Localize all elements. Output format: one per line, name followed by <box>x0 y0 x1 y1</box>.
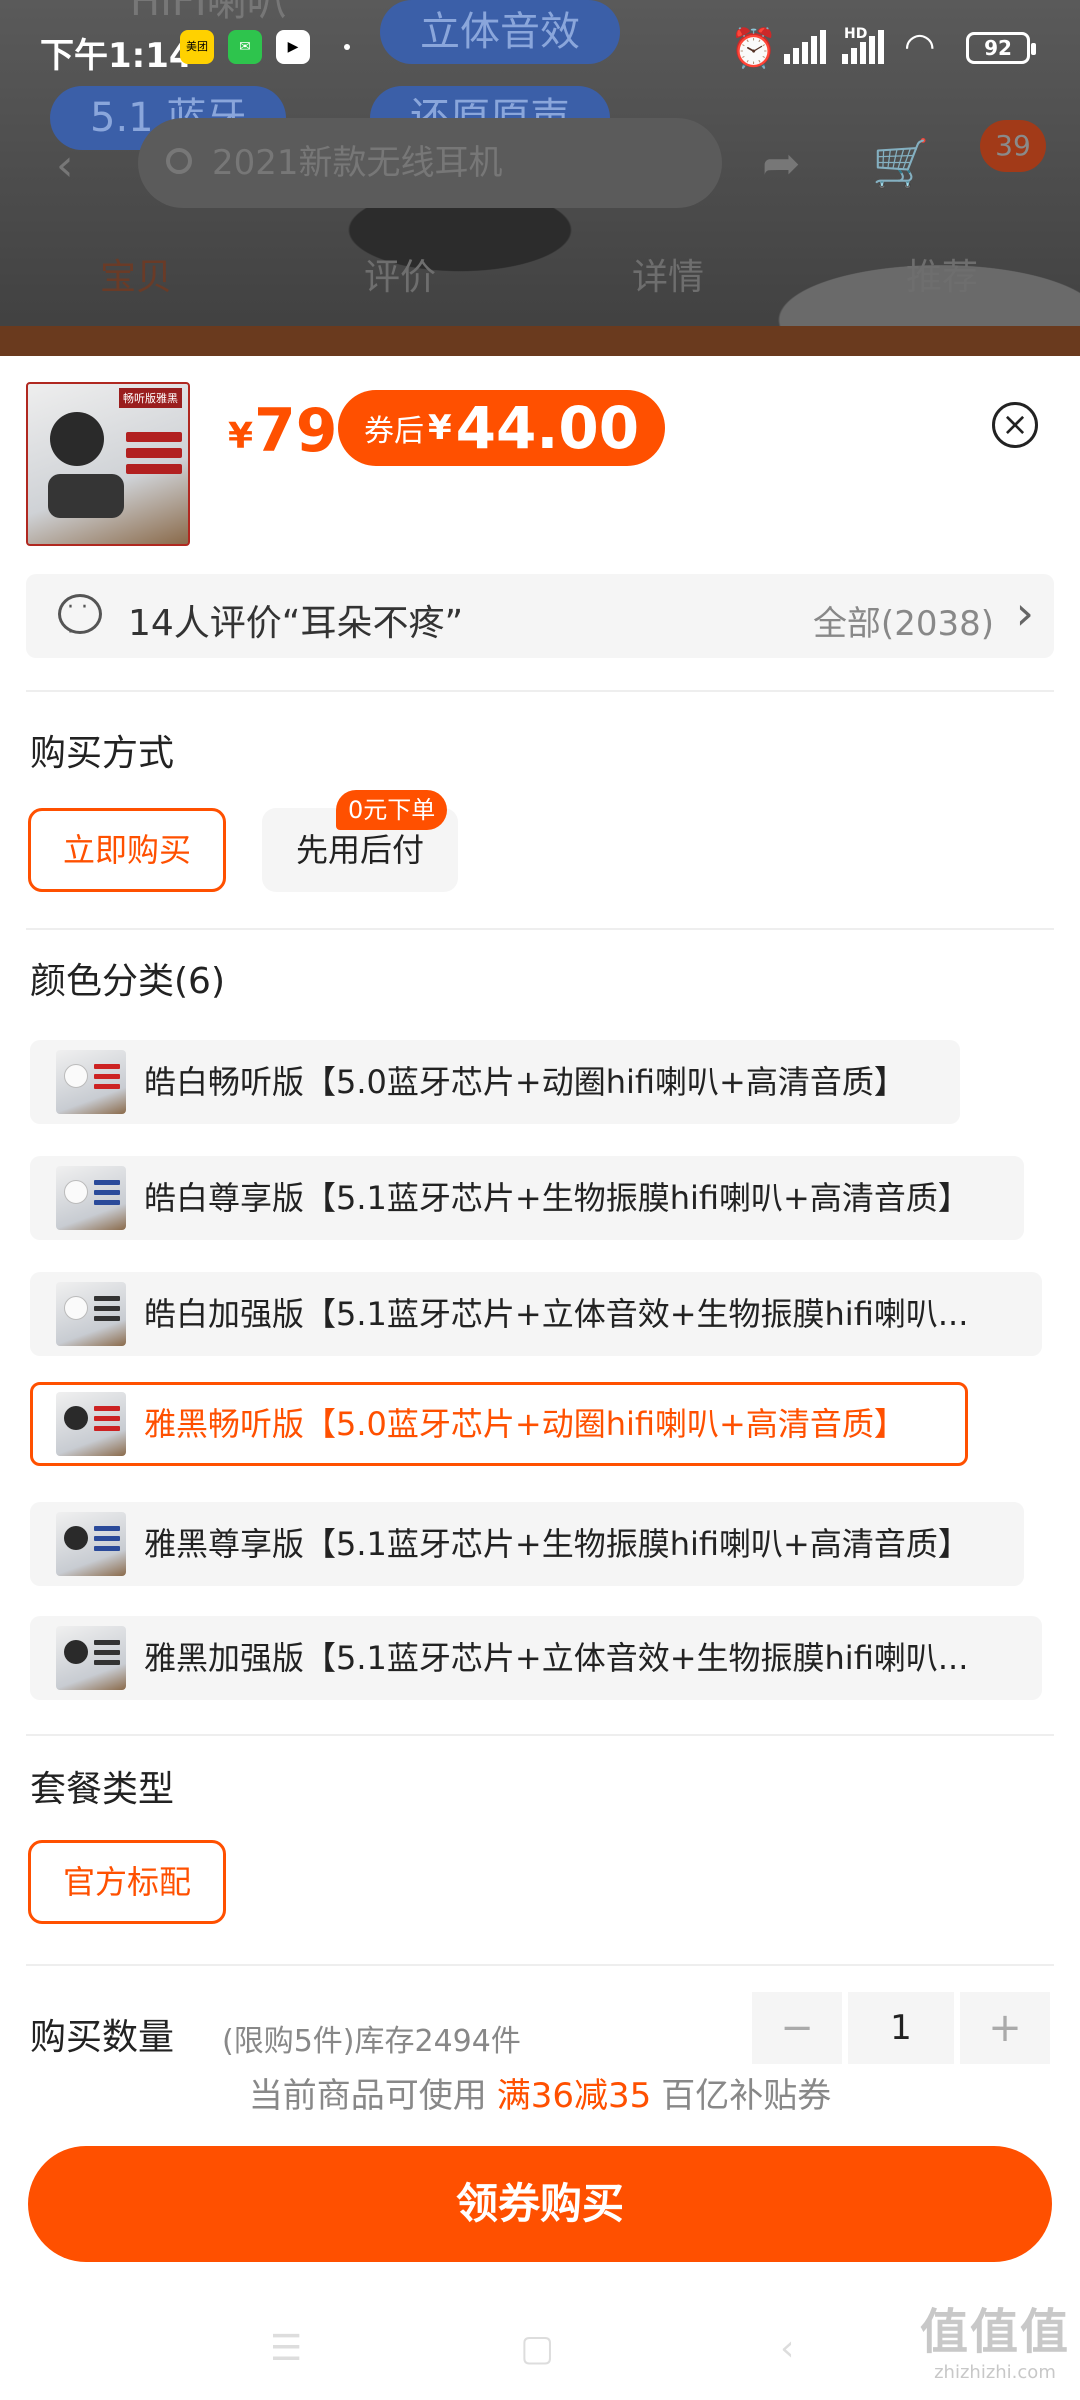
price: 79 <box>254 396 338 466</box>
comment-icon <box>58 594 102 645</box>
buy-now-option[interactable]: 立即购买 <box>28 808 226 892</box>
variant-thumbnail <box>56 1166 126 1230</box>
package-type-title: 套餐类型 <box>30 1769 175 1810</box>
variant-label: 皓白加强版【5.1蓝牙芯片+立体音效+生物振膜hifi喇叭... <box>144 1295 969 1333</box>
variant-thumbnail <box>56 1282 126 1346</box>
system-nav-bar: ☰ ▢ ‹ <box>0 2292 1080 2400</box>
quantity-minus-button[interactable]: − <box>752 1992 842 2064</box>
price-currency: ¥ <box>228 416 254 457</box>
variant-thumbnail <box>56 1626 126 1690</box>
battery-icon: 92 <box>966 32 1036 64</box>
search-icon <box>166 148 192 174</box>
watermark: 值值值 zhizhizhi.com <box>920 2292 1070 2383</box>
subsidy-suffix: 百亿补贴券 <box>661 2076 832 2116</box>
variant-option[interactable]: 雅黑尊享版【5.1蓝牙芯片+生物振膜hifi喇叭+高清音质】 <box>30 1502 1024 1586</box>
feature-line <box>126 448 182 458</box>
divider <box>26 1964 1054 1966</box>
coupon-label: 券后 <box>364 414 424 449</box>
earbud-graphic <box>64 1064 88 1088</box>
variant-label: 雅黑尊享版【5.1蓝牙芯片+生物振膜hifi喇叭+高清音质】 <box>144 1525 970 1563</box>
review-text: 14人评价“耳朵不疼” <box>128 603 464 644</box>
alarm-icon: ⏰ <box>730 26 778 70</box>
back-icon[interactable]: ‹ <box>780 2328 794 2369</box>
subsidy-prefix: 当前商品可使用 <box>248 2076 487 2116</box>
watermark-logo: 值值值 <box>919 2304 1070 2360</box>
bg-search-bar: 2021新款无线耳机 <box>138 118 722 208</box>
close-icon[interactable]: × <box>992 402 1038 448</box>
variant-label: 皓白尊享版【5.1蓝牙芯片+生物振膜hifi喇叭+高清音质】 <box>144 1179 970 1217</box>
feature-line <box>126 464 182 474</box>
coupon-price: 44.00 <box>455 394 640 462</box>
earbud-graphic <box>64 1180 88 1204</box>
variant-thumbnail <box>56 1392 126 1456</box>
claim-coupon-buy-button[interactable]: 领券购买 <box>28 2146 1052 2262</box>
signal-icon <box>784 30 829 64</box>
zero-yen-badge: 0元下单 <box>336 790 448 830</box>
variant-option[interactable]: 雅黑加强版【5.1蓝牙芯片+立体音效+生物振膜hifi喇叭... <box>30 1616 1042 1700</box>
video-app-icon: ▶ <box>276 30 310 64</box>
bg-search-text: 2021新款无线耳机 <box>212 143 503 183</box>
share-icon: ➦ <box>762 136 801 190</box>
earbud-graphic <box>64 1406 88 1430</box>
variant-option-selected[interactable]: 雅黑畅听版【5.0蓝牙芯片+动圈hifi喇叭+高清音质】 <box>30 1382 968 1466</box>
earbud-graphic <box>64 1640 88 1664</box>
variant-thumbnail <box>56 1050 126 1114</box>
variant-option[interactable]: 皓白加强版【5.1蓝牙芯片+立体音效+生物振膜hifi喇叭... <box>30 1272 1042 1356</box>
sku-sheet: 畅听版雅黑 ¥ 79 券后 ¥ 44.00 × 14人评价“耳朵不疼” 全部(2… <box>0 356 1080 2400</box>
case-graphic <box>48 474 124 518</box>
divider <box>26 690 1054 692</box>
divider <box>26 928 1054 930</box>
variant-label: 皓白畅听版【5.0蓝牙芯片+动圈hifi喇叭+高清音质】 <box>144 1063 906 1101</box>
earbud-graphic <box>64 1526 88 1550</box>
back-arrow-icon: ‹ <box>56 140 74 191</box>
chevron-right-icon: › <box>1015 586 1034 640</box>
bg-tab: 推荐 <box>906 257 979 298</box>
review-bar[interactable]: 14人评价“耳朵不疼” 全部(2038) › <box>26 574 1054 658</box>
cart-icon: 🛒 <box>872 136 930 190</box>
quantity-label: 购买数量 <box>30 2017 175 2058</box>
earbud-graphic <box>50 412 104 466</box>
quantity-input[interactable]: 1 <box>848 1992 954 2064</box>
quantity-plus-button[interactable]: + <box>960 1992 1050 2064</box>
variant-label: 雅黑加强版【5.1蓝牙芯片+立体音效+生物振膜hifi喇叭... <box>144 1639 969 1677</box>
notification-dot-icon <box>344 44 350 50</box>
bg-tab: 详情 <box>632 257 705 298</box>
subsidy-highlight: 满36减35 <box>496 2076 652 2116</box>
subsidy-notice: 当前商品可使用 满36减35 百亿补贴券 <box>0 2068 1080 2117</box>
bg-tab: 评价 <box>364 257 437 298</box>
package-option[interactable]: 官方标配 <box>28 1840 226 1924</box>
menu-icon[interactable]: ☰ <box>270 2328 302 2369</box>
coupon-price-pill: 券后 ¥ 44.00 <box>338 390 666 466</box>
home-icon[interactable]: ▢ <box>520 2328 554 2369</box>
color-category-title: 颜色分类(6) <box>30 961 225 1002</box>
wifi-icon: ◠ <box>904 26 936 67</box>
bg-tab: 宝贝 <box>100 257 173 298</box>
variant-thumbnail <box>56 1512 126 1576</box>
purchase-method-title: 购买方式 <box>30 733 175 774</box>
feature-line <box>126 432 182 442</box>
cart-badge: 39 <box>980 120 1046 172</box>
signal-icon <box>842 30 887 64</box>
status-bar: 下午1:14 美团 ✉ ▶ ⏰ HD ◠ 92 <box>0 0 1080 96</box>
meituan-app-icon: 美团 <box>180 30 214 64</box>
variant-option[interactable]: 皓白尊享版【5.1蓝牙芯片+生物振膜hifi喇叭+高清音质】 <box>30 1156 1024 1240</box>
status-time: 下午1:14 <box>40 36 193 76</box>
bg-stripe <box>0 326 1080 360</box>
quantity-limit: (限购5件)库存2494件 <box>222 2024 521 2059</box>
divider <box>26 1734 1054 1736</box>
wechat-app-icon: ✉ <box>228 30 262 64</box>
review-all-link: 全部(2038) <box>812 604 994 644</box>
watermark-url: zhizhizhi.com <box>934 2362 1056 2383</box>
variant-label: 雅黑畅听版【5.0蓝牙芯片+动圈hifi喇叭+高清音质】 <box>144 1405 906 1443</box>
variant-option[interactable]: 皓白畅听版【5.0蓝牙芯片+动圈hifi喇叭+高清音质】 <box>30 1040 960 1124</box>
earbud-graphic <box>64 1296 88 1320</box>
coupon-currency: ¥ <box>428 408 452 448</box>
product-thumbnail[interactable]: 畅听版雅黑 <box>26 382 190 546</box>
thumb-tag: 畅听版雅黑 <box>119 388 182 408</box>
